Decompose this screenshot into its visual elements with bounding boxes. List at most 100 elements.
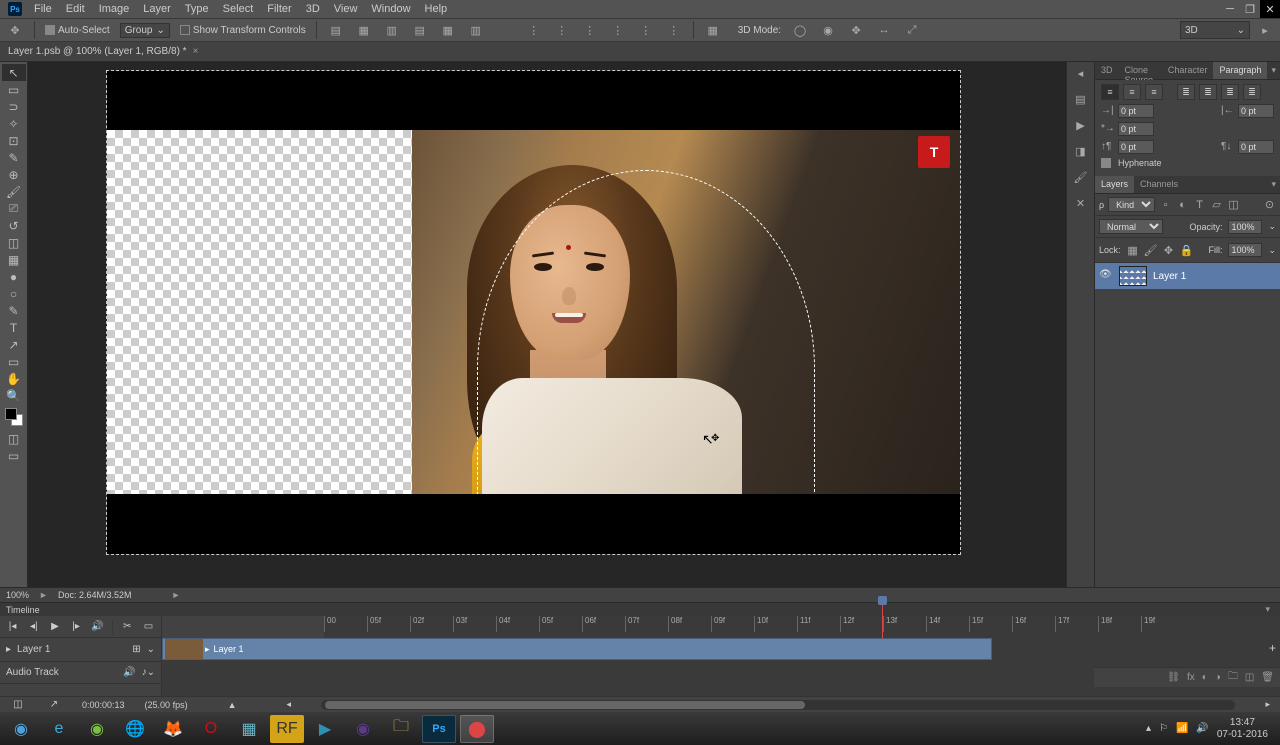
tray-network-icon[interactable]: 📶	[1176, 723, 1188, 734]
indent-left-field[interactable]	[1118, 104, 1154, 118]
quick-mask-icon[interactable]: ◫	[2, 430, 26, 447]
screen-mode-icon[interactable]: ▭	[2, 447, 26, 464]
justify-center-button[interactable]: ≣	[1199, 84, 1217, 100]
fill-arrow-icon[interactable]: ⌄	[1268, 245, 1276, 256]
hand-tool[interactable]: ✋	[2, 370, 26, 387]
filter-shape-icon[interactable]: ▱	[1210, 198, 1223, 211]
tab-layers[interactable]: Layers	[1095, 176, 1134, 193]
align-right-icon[interactable]: ▥	[383, 21, 401, 39]
tab-character[interactable]: Character	[1162, 62, 1214, 79]
lock-all-icon[interactable]: 🔒	[1181, 241, 1193, 259]
menu-help[interactable]: Help	[425, 3, 448, 15]
adjustment-layer-icon[interactable]: ◑	[1215, 672, 1221, 683]
zoom-tool[interactable]: 🔍	[2, 387, 26, 404]
close-tab-icon[interactable]: ×	[193, 46, 199, 57]
opacity-arrow-icon[interactable]: ⌄	[1268, 221, 1276, 232]
orbit-3d-icon[interactable]: ◯	[791, 21, 809, 39]
space-before-field[interactable]	[1118, 140, 1154, 154]
filter-kind-dropdown[interactable]: Kind	[1108, 197, 1155, 212]
taskbar-photoshop[interactable]: Ps	[422, 715, 456, 743]
document-tab[interactable]: Layer 1.psb @ 100% (Layer 1, RGB/8) * ×	[0, 42, 1280, 62]
clip-expand-icon[interactable]: ▸	[205, 644, 210, 655]
distribute-icon[interactable]: ⋮	[665, 21, 683, 39]
history-brush-tool[interactable]: ↺	[2, 217, 26, 234]
link-layers-icon[interactable]: ⛓	[1167, 672, 1180, 683]
go-start-button[interactable]: |◂	[6, 619, 19, 635]
prev-frame-button[interactable]: ◂|	[27, 619, 40, 635]
menu-image[interactable]: Image	[99, 3, 130, 15]
audio-options-icon[interactable]: ♪⌄	[142, 667, 155, 678]
show-transform-checkbox[interactable]: Show Transform Controls	[180, 25, 306, 36]
taskbar-recorder[interactable]: ⬤	[460, 715, 494, 743]
audio-mute-icon[interactable]: 🔊	[123, 667, 135, 678]
timeline-ruler[interactable]: 0005f02f03f04f05f06f07f08f09f10f11f12f13…	[324, 616, 1280, 638]
taskbar-app-3[interactable]: ◉	[80, 715, 114, 743]
justify-all-button[interactable]: ≣	[1243, 84, 1261, 100]
collapse-icon[interactable]: ◂	[1072, 64, 1090, 82]
panel-toggle-icon[interactable]: ▸	[1256, 21, 1274, 39]
menu-3d[interactable]: 3D	[306, 3, 320, 15]
zoom-level[interactable]: 100%	[6, 590, 29, 600]
align-top-icon[interactable]: ▤	[411, 21, 429, 39]
filter-pixel-icon[interactable]: ▫	[1159, 198, 1172, 211]
menu-file[interactable]: File	[34, 3, 52, 15]
transition-button[interactable]: ▭	[142, 619, 155, 635]
filter-adjust-icon[interactable]: ◐	[1176, 198, 1189, 211]
dodge-tool[interactable]: ○	[2, 285, 26, 302]
lock-paint-icon[interactable]: 🖌	[1145, 241, 1157, 259]
taskbar-app-7[interactable]: ▦	[232, 715, 266, 743]
taskbar-firefox[interactable]: 🦊	[156, 715, 190, 743]
lock-transparency-icon[interactable]: ▦	[1127, 241, 1139, 259]
justify-right-button[interactable]: ≣	[1221, 84, 1239, 100]
canvas[interactable]: T	[28, 62, 1066, 587]
distribute-icon[interactable]: ⋮	[609, 21, 627, 39]
tray-action-icon[interactable]: ⚐	[1159, 723, 1168, 734]
taskbar-opera[interactable]: O	[194, 715, 228, 743]
split-button[interactable]: ✂	[121, 619, 134, 635]
color-swatches[interactable]	[5, 408, 23, 426]
gradient-tool[interactable]: ▦	[2, 251, 26, 268]
scale-3d-icon[interactable]: ⤢	[903, 21, 921, 39]
tab-3d[interactable]: 3D	[1095, 62, 1119, 79]
align-right-button[interactable]: ≡	[1145, 84, 1163, 100]
brush-panel-icon[interactable]: 🖌	[1072, 168, 1090, 186]
taskbar-explorer[interactable]: 🗀	[384, 715, 418, 743]
filter-toggle-icon[interactable]: ⊙	[1263, 198, 1276, 211]
menu-select[interactable]: Select	[223, 3, 254, 15]
menu-type[interactable]: Type	[185, 3, 209, 15]
history-panel-icon[interactable]: ▤	[1072, 90, 1090, 108]
close-button[interactable]: ✕	[1260, 0, 1280, 18]
distribute-icon[interactable]: ⋮	[581, 21, 599, 39]
workspace-3d-dropdown[interactable]: 3D⌄	[1180, 21, 1250, 39]
distribute-icon[interactable]: ⋮	[525, 21, 543, 39]
eraser-tool[interactable]: ◫	[2, 234, 26, 251]
properties-panel-icon[interactable]: ◨	[1072, 142, 1090, 160]
brush-tool[interactable]: 🖌	[2, 183, 26, 200]
justify-left-button[interactable]: ≣	[1177, 84, 1195, 100]
video-track-header[interactable]: ▸ Layer 1 ⊞ ⌄	[0, 638, 161, 662]
lasso-tool[interactable]: ⊃	[2, 98, 26, 115]
fill-field[interactable]	[1228, 243, 1262, 257]
shape-tool[interactable]: ▭	[2, 353, 26, 370]
zoom-arrow-icon[interactable]: ►	[39, 590, 48, 600]
zoom-out-slider-icon[interactable]: ▲	[228, 700, 237, 710]
tab-paragraph[interactable]: Paragraph	[1213, 62, 1267, 79]
autoselect-type-dropdown[interactable]: Group ⌄	[120, 23, 170, 38]
filter-smart-icon[interactable]: ◫	[1227, 198, 1240, 211]
stamp-tool[interactable]: ⎚	[2, 200, 26, 217]
layer-item[interactable]: 👁 Layer 1	[1095, 263, 1280, 289]
audio-track-header[interactable]: Audio Track 🔊 ♪⌄	[0, 662, 161, 684]
taskbar-app-9[interactable]: ▶	[308, 715, 342, 743]
menu-window[interactable]: Window	[371, 3, 410, 15]
distribute-icon[interactable]: ⋮	[637, 21, 655, 39]
track-options-icon[interactable]: ⌄	[147, 644, 155, 655]
lock-position-icon[interactable]: ✥	[1163, 241, 1175, 259]
crop-tool[interactable]: ⊡	[2, 132, 26, 149]
status-arrow-icon[interactable]: ►	[172, 590, 181, 600]
panel-menu-icon[interactable]: ▾	[1267, 62, 1280, 79]
tab-clone-source[interactable]: Clone Source	[1119, 62, 1162, 79]
group-icon[interactable]: 🗀	[1228, 669, 1238, 686]
roll-3d-icon[interactable]: ◉	[819, 21, 837, 39]
align-center-button[interactable]: ≡	[1123, 84, 1141, 100]
minimize-button[interactable]: ─	[1220, 0, 1240, 18]
